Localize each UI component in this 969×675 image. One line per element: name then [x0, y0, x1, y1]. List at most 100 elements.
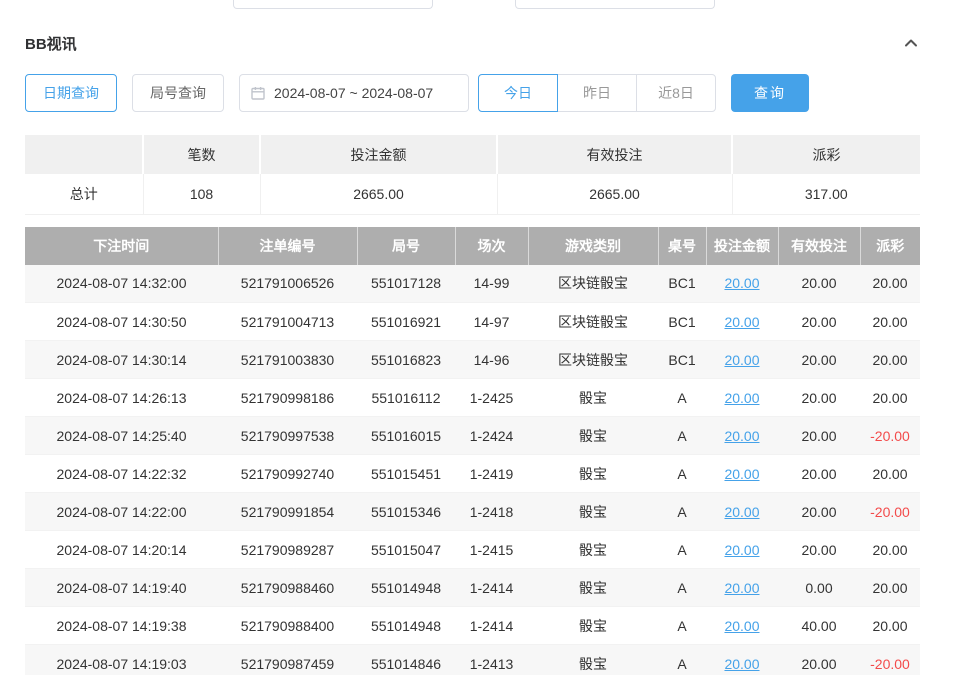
date-range-picker[interactable]: 2024-08-07 ~ 2024-08-07: [239, 74, 469, 112]
table-row: 2024-08-07 14:25:40 521790997538 5510160…: [25, 417, 920, 455]
collapse-chevron-up-icon[interactable]: [902, 34, 920, 52]
summary-header-payout: 派彩: [732, 135, 920, 174]
cell-bet-time: 2024-08-07 14:30:50: [25, 303, 218, 341]
cell-payout: 20.00: [860, 569, 920, 607]
table-row: 2024-08-07 14:19:03 521790987459 5510148…: [25, 645, 920, 675]
header-session: 场次: [455, 227, 528, 265]
cell-payout: 20.00: [860, 607, 920, 645]
summary-count-value: 108: [143, 174, 260, 214]
bb-video-section: BB视讯 日期查询 局号查询 2024-08-07 ~: [25, 0, 920, 675]
table-row: 2024-08-07 14:22:00 521790991854 5510153…: [25, 493, 920, 531]
cell-valid-bet: 20.00: [778, 265, 860, 303]
cell-table-no: BC1: [658, 303, 706, 341]
bet-amount-link[interactable]: 20.00: [724, 580, 759, 596]
cell-order-id: 521790998186: [218, 379, 357, 417]
cell-order-id: 521790987459: [218, 645, 357, 675]
quick-filter-last-8-days[interactable]: 近8日: [636, 74, 716, 112]
cell-round-no: 551016823: [357, 341, 455, 379]
bet-amount-link[interactable]: 20.00: [724, 656, 759, 672]
cell-payout: 20.00: [860, 379, 920, 417]
cell-game-type: 骰宝: [528, 607, 658, 645]
cell-bet-amount: 20.00: [706, 417, 778, 455]
bet-table-header-row: 下注时间 注单编号 局号 场次 游戏类别 桌号 投注金额 有效投注 派彩: [25, 227, 920, 265]
quick-filter-yesterday[interactable]: 昨日: [557, 74, 637, 112]
cell-valid-bet: 20.00: [778, 645, 860, 675]
bet-amount-link[interactable]: 20.00: [724, 466, 759, 482]
section-title: BB视讯: [25, 33, 77, 54]
cell-valid-bet: 20.00: [778, 341, 860, 379]
header-table-no: 桌号: [658, 227, 706, 265]
cell-session: 1-2424: [455, 417, 528, 455]
summary-valid-bet-value: 2665.00: [497, 174, 732, 214]
table-row: 2024-08-07 14:22:32 521790992740 5510154…: [25, 455, 920, 493]
cell-payout: 20.00: [860, 341, 920, 379]
date-query-button[interactable]: 日期查询: [25, 74, 117, 112]
cell-bet-amount: 20.00: [706, 303, 778, 341]
bet-amount-link[interactable]: 20.00: [724, 390, 759, 406]
header-bet-time: 下注时间: [25, 227, 218, 265]
summary-table: 笔数 投注金额 有效投注 派彩 总计 108 2665.00 2665.00 3…: [25, 135, 920, 215]
cell-session: 14-97: [455, 303, 528, 341]
betting-report-page: BB视讯 日期查询 局号查询 2024-08-07 ~: [0, 0, 969, 675]
cell-table-no: A: [658, 531, 706, 569]
bet-table-body: 2024-08-07 14:32:00 521791006526 5510171…: [25, 265, 920, 675]
table-row: 2024-08-07 14:30:50 521791004713 5510169…: [25, 303, 920, 341]
cell-bet-time: 2024-08-07 14:26:13: [25, 379, 218, 417]
cell-order-id: 521790991854: [218, 493, 357, 531]
summary-bet-amount-value: 2665.00: [260, 174, 497, 214]
cell-bet-amount: 20.00: [706, 569, 778, 607]
table-row: 2024-08-07 14:20:14 521790989287 5510150…: [25, 531, 920, 569]
quick-filter-group: 今日 昨日 近8日: [478, 74, 716, 112]
cell-round-no: 551016921: [357, 303, 455, 341]
cell-bet-time: 2024-08-07 14:25:40: [25, 417, 218, 455]
cell-table-no: A: [658, 645, 706, 675]
cell-game-type: 区块链骰宝: [528, 303, 658, 341]
filter-bar: 日期查询 局号查询 2024-08-07 ~ 2024-08-07 今日 昨日 …: [25, 74, 920, 112]
quick-filter-today[interactable]: 今日: [478, 74, 558, 112]
cell-valid-bet: 20.00: [778, 455, 860, 493]
header-valid-bet: 有效投注: [778, 227, 860, 265]
bet-amount-link[interactable]: 20.00: [724, 275, 759, 291]
bet-amount-link[interactable]: 20.00: [724, 542, 759, 558]
cell-bet-time: 2024-08-07 14:30:14: [25, 341, 218, 379]
bet-amount-link[interactable]: 20.00: [724, 618, 759, 634]
search-button[interactable]: 查询: [731, 74, 809, 112]
cell-round-no: 551015346: [357, 493, 455, 531]
header-bet-amount: 投注金额: [706, 227, 778, 265]
table-row: 2024-08-07 14:26:13 521790998186 5510161…: [25, 379, 920, 417]
header-payout: 派彩: [860, 227, 920, 265]
bet-amount-link[interactable]: 20.00: [724, 504, 759, 520]
cell-round-no: 551016015: [357, 417, 455, 455]
cell-bet-amount: 20.00: [706, 645, 778, 675]
bet-amount-link[interactable]: 20.00: [724, 314, 759, 330]
cell-order-id: 521791003830: [218, 341, 357, 379]
summary-header-bet-amount: 投注金额: [260, 135, 497, 174]
cell-game-type: 骰宝: [528, 417, 658, 455]
cell-game-type: 骰宝: [528, 379, 658, 417]
summary-payout-value: 317.00: [732, 174, 920, 214]
cell-payout: 20.00: [860, 265, 920, 303]
cell-order-id: 521790989287: [218, 531, 357, 569]
cell-session: 1-2414: [455, 607, 528, 645]
round-query-button[interactable]: 局号查询: [132, 74, 224, 112]
cell-valid-bet: 20.00: [778, 531, 860, 569]
cell-order-id: 521790988400: [218, 607, 357, 645]
summary-header-count: 笔数: [143, 135, 260, 174]
cell-payout: 20.00: [860, 303, 920, 341]
cell-game-type: 区块链骰宝: [528, 341, 658, 379]
cell-bet-time: 2024-08-07 14:22:32: [25, 455, 218, 493]
cell-valid-bet: 20.00: [778, 303, 860, 341]
cell-game-type: 骰宝: [528, 531, 658, 569]
cell-round-no: 551017128: [357, 265, 455, 303]
cell-round-no: 551014846: [357, 645, 455, 675]
bet-amount-link[interactable]: 20.00: [724, 428, 759, 444]
calendar-icon: [250, 85, 266, 101]
cell-round-no: 551014948: [357, 607, 455, 645]
cell-order-id: 521790997538: [218, 417, 357, 455]
table-row: 2024-08-07 14:19:38 521790988400 5510149…: [25, 607, 920, 645]
cell-table-no: BC1: [658, 341, 706, 379]
summary-header-row: 笔数 投注金额 有效投注 派彩: [25, 135, 920, 174]
bet-amount-link[interactable]: 20.00: [724, 352, 759, 368]
cell-bet-time: 2024-08-07 14:19:40: [25, 569, 218, 607]
cell-round-no: 551015451: [357, 455, 455, 493]
